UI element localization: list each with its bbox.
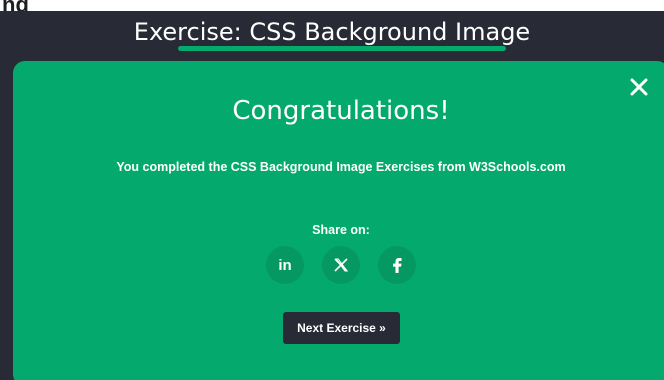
x-icon bbox=[334, 258, 349, 272]
x-share-button[interactable] bbox=[322, 246, 360, 284]
linkedin-icon: in bbox=[278, 256, 292, 274]
linkedin-share-button[interactable]: in bbox=[266, 246, 304, 284]
share-label: Share on: bbox=[312, 223, 370, 237]
completion-message: You completed the CSS Background Image E… bbox=[116, 160, 566, 174]
exercise-title: Exercise: CSS Background Image bbox=[133, 18, 531, 46]
congratulations-modal: Congratulations! You completed the CSS B… bbox=[13, 61, 664, 380]
facebook-share-button[interactable] bbox=[378, 246, 416, 284]
modal-title: Congratulations! bbox=[232, 96, 450, 126]
title-underline bbox=[178, 46, 506, 51]
page: ng Exercise: CSS Background Image Congra… bbox=[0, 0, 664, 380]
next-exercise-button[interactable]: Next Exercise » bbox=[283, 312, 400, 344]
share-buttons: in bbox=[266, 246, 426, 286]
facebook-icon bbox=[393, 258, 402, 273]
